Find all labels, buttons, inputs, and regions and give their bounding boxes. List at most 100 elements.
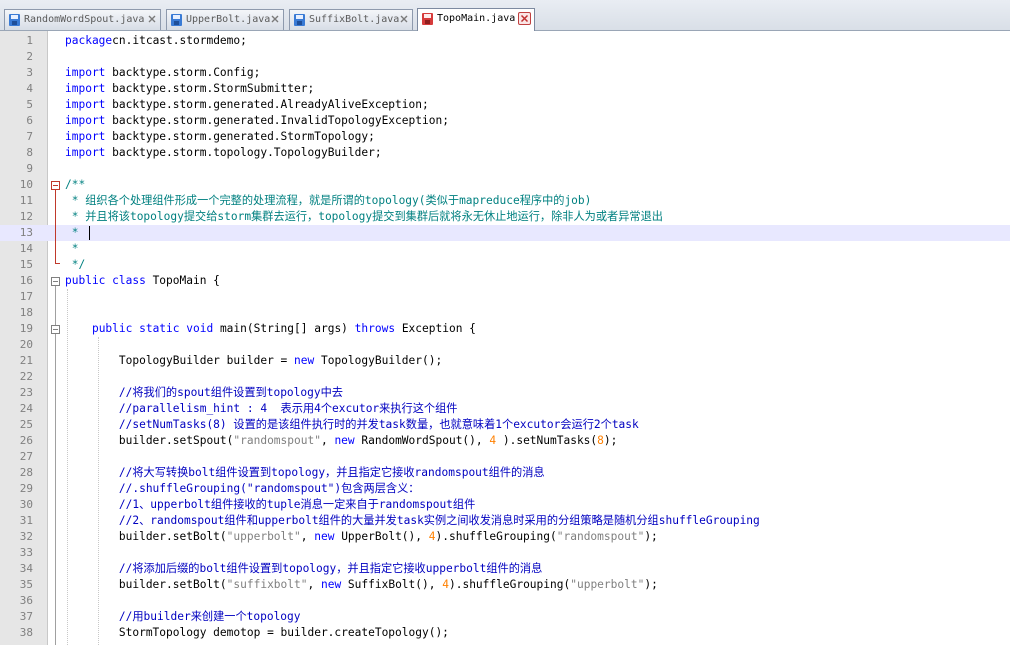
code-line[interactable]: 36: [0, 593, 1010, 609]
code-text: TopologyBuilder builder = new TopologyBu…: [65, 353, 442, 369]
code-line[interactable]: 10 /**: [0, 177, 1010, 193]
code-line[interactable]: 4 import backtype.storm.StormSubmitter;: [0, 81, 1010, 97]
line-number: 19: [19, 322, 33, 335]
code-line[interactable]: 21 TopologyBuilder builder = new Topolog…: [0, 353, 1010, 369]
code-text: import backtype.storm.generated.AlreadyA…: [65, 97, 429, 113]
code-line[interactable]: 9: [0, 161, 1010, 177]
line-number: 11: [19, 194, 33, 207]
tab-topomain[interactable]: TopoMain.java: [417, 8, 535, 31]
line-number: 27: [19, 450, 33, 463]
line-number: 7: [26, 130, 33, 143]
close-icon[interactable]: [518, 12, 531, 25]
code-line[interactable]: 31 //2、randomspout组件和upperbolt组件的大量并发tas…: [0, 513, 1010, 529]
code-token: /**: [65, 178, 86, 191]
fold-toggle-icon[interactable]: [51, 181, 60, 190]
code-line[interactable]: 7 import backtype.storm.generated.StormTo…: [0, 129, 1010, 145]
code-line[interactable]: 1 packagecn.itcast.stormdemo;: [0, 33, 1010, 49]
code-token: new: [294, 354, 315, 367]
code-line[interactable]: 13 *: [0, 225, 1010, 241]
code-text: */: [65, 257, 85, 273]
line-number: 9: [26, 162, 33, 175]
line-number: 25: [19, 418, 33, 431]
code-token: StormTopology demotop = builder.createTo…: [65, 626, 449, 639]
code-text: //2、randomspout组件和upperbolt组件的大量并发task实例…: [65, 513, 760, 529]
code-line[interactable]: 17: [0, 289, 1010, 305]
fold-range-line: [55, 190, 56, 263]
code-text: import backtype.storm.StormSubmitter;: [65, 81, 314, 97]
code-token: ).shuffleGrouping(: [448, 578, 571, 591]
code-line[interactable]: 26 builder.setSpout("randomspout", new R…: [0, 433, 1010, 449]
code-token: public static void: [91, 322, 214, 335]
fold-toggle-icon[interactable]: [51, 277, 60, 286]
code-line[interactable]: 6 import backtype.storm.generated.Invalid…: [0, 113, 1010, 129]
indent-guide: [67, 289, 69, 645]
code-line[interactable]: 28 //将大写转换bolt组件设置到topology，并且指定它接收rando…: [0, 465, 1010, 481]
code-line[interactable]: 34 //将添加后缀的bolt组件设置到topology，并且指定它接收uppe…: [0, 561, 1010, 577]
code-line[interactable]: 24 //parallelism_hint : 4 表示用4个excutor来执…: [0, 401, 1010, 417]
line-number: 29: [19, 482, 33, 495]
code-token: new: [320, 578, 342, 591]
code-line[interactable]: 14 *: [0, 241, 1010, 257]
code-line[interactable]: 18: [0, 305, 1010, 321]
code-token: builder.setSpout(: [65, 434, 234, 447]
code-line[interactable]: 19 public static void main(String[] args…: [0, 321, 1010, 337]
code-line[interactable]: 20: [0, 337, 1010, 353]
code-token: cn.itcast.stormdemo;: [112, 34, 247, 47]
code-line[interactable]: 11 * 组织各个处理组件形成一个完整的处理流程，就是所谓的topology(类…: [0, 193, 1010, 209]
code-token: backtype.storm.Config;: [105, 66, 261, 79]
code-line[interactable]: 3 import backtype.storm.Config;: [0, 65, 1010, 81]
code-line[interactable]: 8 import backtype.storm.topology.Topology…: [0, 145, 1010, 161]
code-line[interactable]: 12 * 并且将该topology提交给storm集群去运行，topology提…: [0, 209, 1010, 225]
code-line[interactable]: 25 //setNumTasks(8) 设置的是该组件执行时的并发task数量，…: [0, 417, 1010, 433]
code-line[interactable]: 23 //将我们的spout组件设置到topology中去: [0, 385, 1010, 401]
code-token: * 组织各个处理组件形成一个完整的处理流程，就是所谓的topology(类似于m…: [65, 194, 592, 207]
line-number: 20: [19, 338, 33, 351]
code-line[interactable]: 33: [0, 545, 1010, 561]
code-line[interactable]: 37 //用builder来创建一个topology: [0, 609, 1010, 625]
line-number: 34: [19, 562, 33, 575]
code-text: /**: [65, 177, 85, 193]
fold-toggle-icon[interactable]: [51, 325, 60, 334]
line-number: 35: [19, 578, 33, 591]
code-text: //将我们的spout组件设置到topology中去: [65, 385, 343, 401]
code-line[interactable]: 2: [0, 49, 1010, 65]
code-line[interactable]: 15 */: [0, 257, 1010, 273]
code-token: //将大写转换bolt组件设置到topology，并且指定它接收randomsp…: [65, 466, 545, 479]
tab-suffixbolt[interactable]: SuffixBolt.java: [289, 9, 413, 30]
code-line[interactable]: 32 builder.setBolt("upperbolt", new Uppe…: [0, 529, 1010, 545]
line-number: 6: [26, 114, 33, 127]
code-line[interactable]: 5 import backtype.storm.generated.Already…: [0, 97, 1010, 113]
code-editor[interactable]: 1 packagecn.itcast.stormdemo; 2 3 import bac…: [0, 31, 1010, 645]
code-token: backtype.storm.generated.AlreadyAliveExc…: [105, 98, 429, 111]
save-disk-icon: [294, 14, 305, 26]
tab-bar: RandomWordSpout.java UpperBolt.java Suff…: [0, 0, 1010, 31]
code-line[interactable]: 27: [0, 449, 1010, 465]
code-token: "upperbolt": [570, 578, 645, 591]
code-token: builder.setBolt(: [65, 578, 227, 591]
code-line[interactable]: 29 //.shuffleGrouping("randomspout")包含两层…: [0, 481, 1010, 497]
code-token: //setNumTasks(8) 设置的是该组件执行时的并发task数量，也就意…: [65, 418, 639, 431]
code-line[interactable]: 35 builder.setBolt("suffixbolt", new Suf…: [0, 577, 1010, 593]
close-icon[interactable]: [146, 13, 158, 25]
code-lines[interactable]: 1 packagecn.itcast.stormdemo; 2 3 import bac…: [0, 33, 1010, 641]
code-line[interactable]: 38 StormTopology demotop = builder.creat…: [0, 625, 1010, 641]
code-text: //setNumTasks(8) 设置的是该组件执行时的并发task数量，也就意…: [65, 417, 639, 433]
code-text: //.shuffleGrouping("randomspout")包含两层含义：: [65, 481, 420, 497]
code-token: import: [65, 66, 106, 79]
code-line[interactable]: 16 public class TopoMain {: [0, 273, 1010, 289]
code-line[interactable]: 30 //1、upperbolt组件接收的tuple消息一定来自于randoms…: [0, 497, 1010, 513]
code-token: //将添加后缀的bolt组件设置到topology，并且指定它接收upperbo…: [65, 562, 543, 575]
line-number: 28: [19, 466, 33, 479]
code-token: */: [65, 258, 86, 271]
tab-randomwordspout[interactable]: RandomWordSpout.java: [4, 9, 161, 30]
tab-label: UpperBolt.java: [186, 14, 271, 25]
code-line[interactable]: 22: [0, 369, 1010, 385]
line-number: 1: [26, 34, 33, 47]
line-number: 13: [19, 226, 33, 239]
code-text: StormTopology demotop = builder.createTo…: [65, 625, 449, 641]
tab-upperbolt[interactable]: UpperBolt.java: [166, 9, 284, 30]
close-icon[interactable]: [398, 13, 410, 25]
close-icon[interactable]: [269, 13, 281, 25]
code-token: backtype.storm.generated.StormTopology;: [105, 130, 375, 143]
